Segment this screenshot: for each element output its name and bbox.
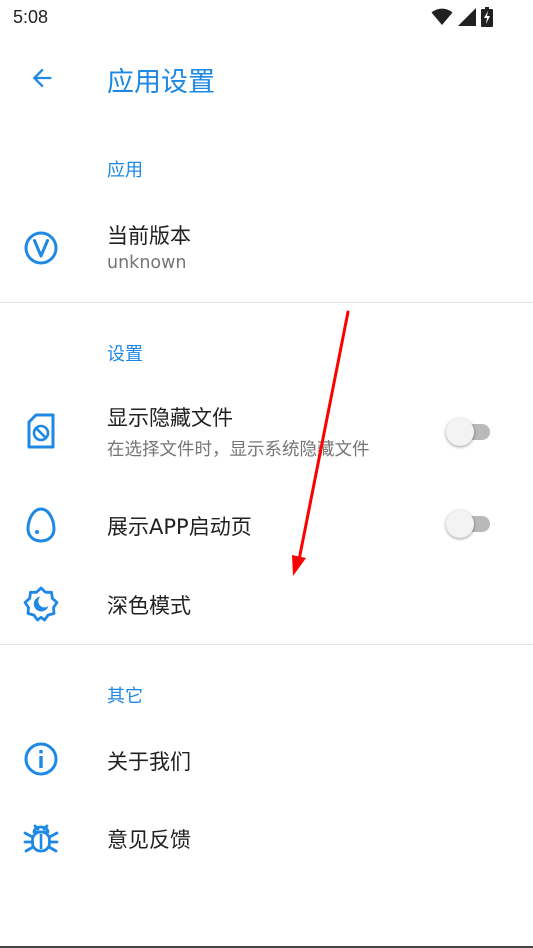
status-bar: 5:08 (0, 0, 533, 36)
status-icons (431, 7, 493, 27)
splash-page-title: 展示APP启动页 (107, 515, 252, 539)
version-value: unknown (107, 253, 187, 273)
egg-icon (22, 506, 60, 544)
app-bar: 应用设置 (0, 36, 533, 120)
version-title: 当前版本 (107, 224, 191, 248)
toggle-thumb (446, 510, 474, 538)
info-circle-icon (22, 740, 60, 778)
about-us-item[interactable]: 关于我们 (0, 722, 533, 796)
gear-moon-icon (22, 585, 60, 623)
about-us-title: 关于我们 (107, 750, 191, 774)
signal-icon (458, 8, 476, 26)
battery-icon (481, 7, 493, 27)
divider (0, 644, 533, 645)
feedback-item[interactable]: 意见反馈 (0, 800, 533, 876)
back-button[interactable] (22, 58, 62, 98)
show-hidden-files-toggle[interactable] (446, 418, 492, 446)
bug-icon (22, 818, 60, 856)
section-header-other: 其它 (107, 686, 143, 707)
show-hidden-files-subtitle: 在选择文件时，显示系统隐藏文件 (107, 440, 370, 460)
feedback-title: 意见反馈 (107, 828, 191, 852)
divider (0, 302, 533, 303)
v-circle-icon (22, 229, 60, 267)
sd-card-blocked-icon (22, 412, 60, 450)
status-time: 5:08 (13, 7, 49, 27)
splash-page-item[interactable]: 展示APP启动页 (0, 490, 533, 560)
splash-page-toggle[interactable] (446, 510, 492, 538)
section-header-app: 应用 (107, 160, 143, 181)
section-header-settings: 设置 (107, 344, 143, 365)
show-hidden-files-title: 显示隐藏文件 (107, 406, 233, 430)
version-item[interactable]: 当前版本 unknown (0, 205, 533, 295)
toggle-thumb (446, 418, 474, 446)
page-title: 应用设置 (107, 67, 215, 98)
arrow-left-icon (32, 68, 52, 88)
show-hidden-files-item[interactable]: 显示隐藏文件 在选择文件时，显示系统隐藏文件 (0, 390, 533, 474)
dark-mode-title: 深色模式 (107, 594, 191, 618)
wifi-icon (431, 8, 453, 25)
dark-mode-item[interactable]: 深色模式 (0, 568, 533, 640)
